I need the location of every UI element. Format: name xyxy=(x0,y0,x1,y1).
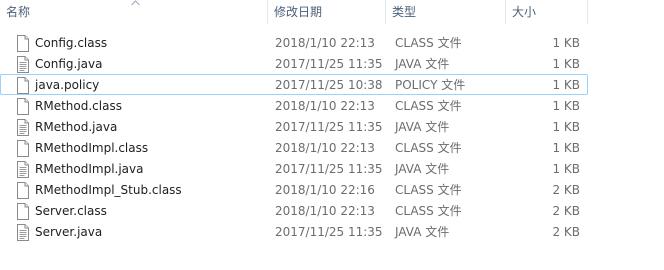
file-type: CLASS 文件 xyxy=(395,141,462,155)
file-modified-date: 2018/1/10 22:16 xyxy=(275,183,375,197)
file-modified-date: 2017/11/25 10:38 xyxy=(275,78,383,92)
text-file-icon xyxy=(15,224,31,241)
file-name: RMethod.java xyxy=(35,120,118,134)
file-name: RMethodImpl.java xyxy=(35,162,144,176)
file-size: 1 KB xyxy=(552,141,580,155)
file-icon xyxy=(15,98,31,115)
file-row[interactable]: RMethodImpl.java 2017/11/25 11:35 JAVA 文… xyxy=(0,158,588,179)
file-size: 1 KB xyxy=(552,120,580,134)
file-size: 1 KB xyxy=(552,36,580,50)
column-header-name[interactable]: 名称 xyxy=(0,0,268,24)
file-modified-date: 2017/11/25 11:35 xyxy=(275,162,383,176)
column-header-size-label: 大小 xyxy=(512,5,537,19)
file-modified-date: 2018/1/10 22:13 xyxy=(275,99,375,113)
file-row[interactable]: Config.class 2018/1/10 22:13 CLASS 文件 1 … xyxy=(0,32,588,53)
file-rows: Config.class 2018/1/10 22:13 CLASS 文件 1 … xyxy=(0,32,588,242)
file-type: JAVA 文件 xyxy=(395,57,450,71)
file-modified-date: 2017/11/25 11:35 xyxy=(275,120,383,134)
file-type: CLASS 文件 xyxy=(395,204,462,218)
sort-ascending-icon xyxy=(131,0,140,6)
file-name: Config.java xyxy=(35,57,103,71)
file-size: 2 KB xyxy=(552,225,580,239)
file-icon xyxy=(15,140,31,157)
file-type: POLICY 文件 xyxy=(395,78,466,92)
column-header-date[interactable]: 修改日期 xyxy=(268,0,386,24)
file-row[interactable]: RMethod.class 2018/1/10 22:13 CLASS 文件 1… xyxy=(0,95,588,116)
column-header-type[interactable]: 类型 xyxy=(386,0,506,24)
file-icon xyxy=(15,203,31,220)
column-header-type-label: 类型 xyxy=(392,5,417,19)
file-row[interactable]: RMethod.java 2017/11/25 11:35 JAVA 文件 1 … xyxy=(0,116,588,137)
column-header-date-label: 修改日期 xyxy=(274,5,323,19)
file-type: JAVA 文件 xyxy=(395,225,450,239)
file-type: CLASS 文件 xyxy=(395,36,462,50)
column-header-size[interactable]: 大小 xyxy=(506,0,588,24)
file-name: Server.java xyxy=(35,225,103,239)
file-icon xyxy=(15,35,31,52)
file-modified-date: 2017/11/25 11:35 xyxy=(275,57,383,71)
file-size: 1 KB xyxy=(552,162,580,176)
file-size: 2 KB xyxy=(552,183,580,197)
file-row[interactable]: RMethodImpl.class 2018/1/10 22:13 CLASS … xyxy=(0,137,588,158)
file-icon xyxy=(15,182,31,199)
text-file-icon xyxy=(15,119,31,136)
file-type: CLASS 文件 xyxy=(395,183,462,197)
file-icon xyxy=(15,77,31,94)
file-row[interactable]: RMethodImpl_Stub.class 2018/1/10 22:16 C… xyxy=(0,179,588,200)
column-header-name-label: 名称 xyxy=(6,5,31,19)
file-row[interactable]: java.policy 2017/11/25 10:38 POLICY 文件 1… xyxy=(0,74,588,95)
file-size: 1 KB xyxy=(552,99,580,113)
file-name: Config.class xyxy=(35,36,108,50)
file-row[interactable]: Server.java 2017/11/25 11:35 JAVA 文件 2 K… xyxy=(0,221,588,242)
file-row[interactable]: Server.class 2018/1/10 22:13 CLASS 文件 2 … xyxy=(0,200,588,221)
file-modified-date: 2018/1/10 22:13 xyxy=(275,36,375,50)
file-size: 2 KB xyxy=(552,204,580,218)
file-type: JAVA 文件 xyxy=(395,120,450,134)
file-type: CLASS 文件 xyxy=(395,99,462,113)
file-size: 1 KB xyxy=(552,78,580,92)
column-header: 名称 修改日期 类型 大小 xyxy=(0,0,588,24)
file-size: 1 KB xyxy=(552,57,580,71)
file-name: java.policy xyxy=(35,78,100,92)
file-row[interactable]: Config.java 2017/11/25 11:35 JAVA 文件 1 K… xyxy=(0,53,588,74)
file-list-view: 名称 修改日期 类型 大小 Config.class 2018/1/10 22:… xyxy=(0,0,664,270)
file-type: JAVA 文件 xyxy=(395,162,450,176)
file-modified-date: 2017/11/25 11:35 xyxy=(275,225,383,239)
file-name: RMethod.class xyxy=(35,99,122,113)
text-file-icon xyxy=(15,56,31,73)
file-name: RMethodImpl_Stub.class xyxy=(35,183,182,197)
file-name: RMethodImpl.class xyxy=(35,141,149,155)
file-modified-date: 2018/1/10 22:13 xyxy=(275,204,375,218)
file-modified-date: 2018/1/10 22:13 xyxy=(275,141,375,155)
file-name: Server.class xyxy=(35,204,107,218)
text-file-icon xyxy=(15,161,31,178)
